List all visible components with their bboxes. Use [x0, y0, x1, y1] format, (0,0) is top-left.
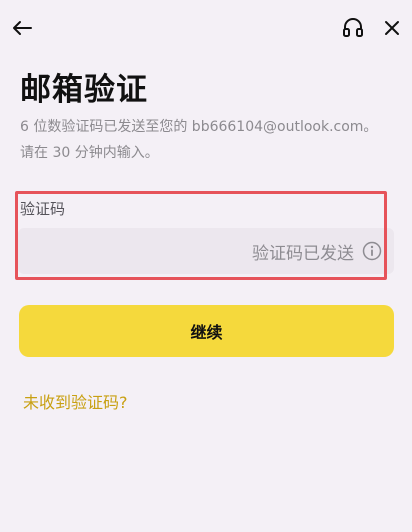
arrow-left-icon — [13, 21, 32, 35]
info-icon — [362, 241, 382, 261]
description-line-1: 6 位数验证码已发送至您的 bb666104@outlook.com。 — [20, 119, 378, 135]
code-sent-status: 验证码已发送 — [252, 243, 354, 264]
close-button[interactable] — [376, 12, 408, 44]
continue-button[interactable]: 继续 — [19, 305, 394, 357]
resend-code-link[interactable]: 未收到验证码? — [23, 389, 128, 413]
code-field-label: 验证码 — [20, 200, 66, 218]
verification-description: 6 位数验证码已发送至您的 bb666104@outlook.com。 请在 3… — [20, 114, 400, 166]
description-line-2: 请在 30 分钟内输入。 — [20, 145, 159, 161]
top-bar — [0, 0, 412, 56]
page-title: 邮箱验证 — [20, 72, 148, 108]
back-button[interactable] — [6, 12, 38, 44]
close-icon — [385, 21, 399, 35]
email-verification-screen: 邮箱验证 6 位数验证码已发送至您的 bb666104@outlook.com。… — [0, 0, 412, 532]
support-button[interactable] — [337, 12, 369, 44]
headset-icon — [343, 18, 363, 37]
info-button[interactable] — [362, 241, 382, 261]
verification-code-input[interactable]: 验证码已发送 — [18, 228, 394, 274]
